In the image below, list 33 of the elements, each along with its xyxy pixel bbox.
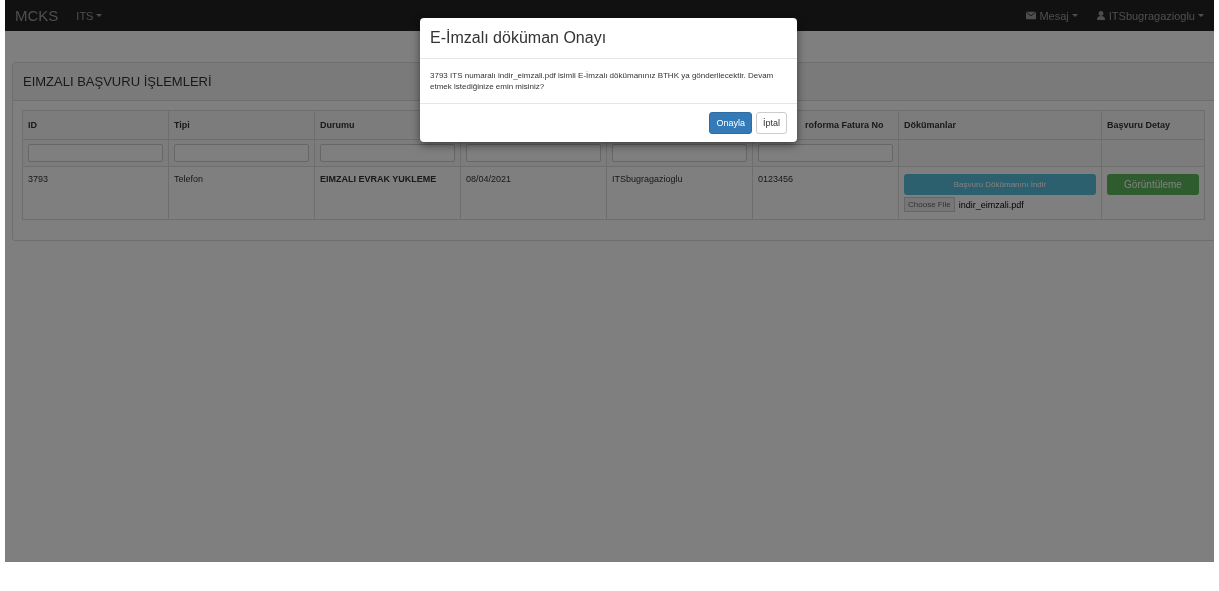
caret-icon <box>1071 14 1078 17</box>
nav-menu[interactable]: Mesaj <box>1026 9 1078 22</box>
modal-title: E-İmzalı döküman Onayı <box>430 29 607 46</box>
column-header: Dökümanlar <box>898 110 1102 140</box>
filter-field[interactable] <box>758 144 893 162</box>
filter-field[interactable] <box>28 144 163 162</box>
file-name: indir_eimzali.pdf <box>958 199 1024 210</box>
column-header: ID <box>22 110 169 140</box>
table-cell: 0123456 <box>752 166 899 220</box>
caret-icon <box>96 14 103 17</box>
filter-field[interactable] <box>320 144 455 162</box>
filter-field[interactable] <box>174 144 309 162</box>
nav-menu[interactable]: ITSbugragazioglu <box>1095 9 1204 22</box>
confirm-button[interactable]: Onayla <box>709 112 752 135</box>
table-cell: 3793 <box>22 166 169 220</box>
nav-menu[interactable]: ITS <box>76 9 103 22</box>
cancel-button[interactable]: İptal <box>756 112 787 135</box>
table-cell: ITSbugragazioglu <box>606 166 753 220</box>
filter-field[interactable] <box>612 144 747 162</box>
envelope-icon <box>1026 11 1037 20</box>
modal-message: 3793 ITS numaralı indir_eimzali.pdf isimli E-İmzalı dökümanınız BTHK ya gönderilecektir. Devam etmek istediğinize emin misiniz? <box>430 71 774 92</box>
view-button[interactable]: Görüntüleme <box>1107 174 1199 195</box>
brand-logo[interactable]: MCKS <box>15 7 59 24</box>
table-cell: 08/04/2021 <box>460 166 607 220</box>
column-header: Başvuru Detay <box>1101 110 1205 140</box>
filter-field[interactable] <box>466 144 601 162</box>
column-header: Tipi <box>168 110 315 140</box>
panel-title: EIMZALI BAŞVURU İŞLEMLERİ <box>23 74 212 89</box>
table-cell: Telefon <box>168 166 315 220</box>
user-icon <box>1095 11 1106 20</box>
download-button[interactable]: Başvuru Dökümanını İndir <box>904 174 1096 195</box>
table-cell: EIMZALI EVRAK YUKLEME <box>314 166 461 220</box>
caret-icon <box>1198 14 1204 17</box>
